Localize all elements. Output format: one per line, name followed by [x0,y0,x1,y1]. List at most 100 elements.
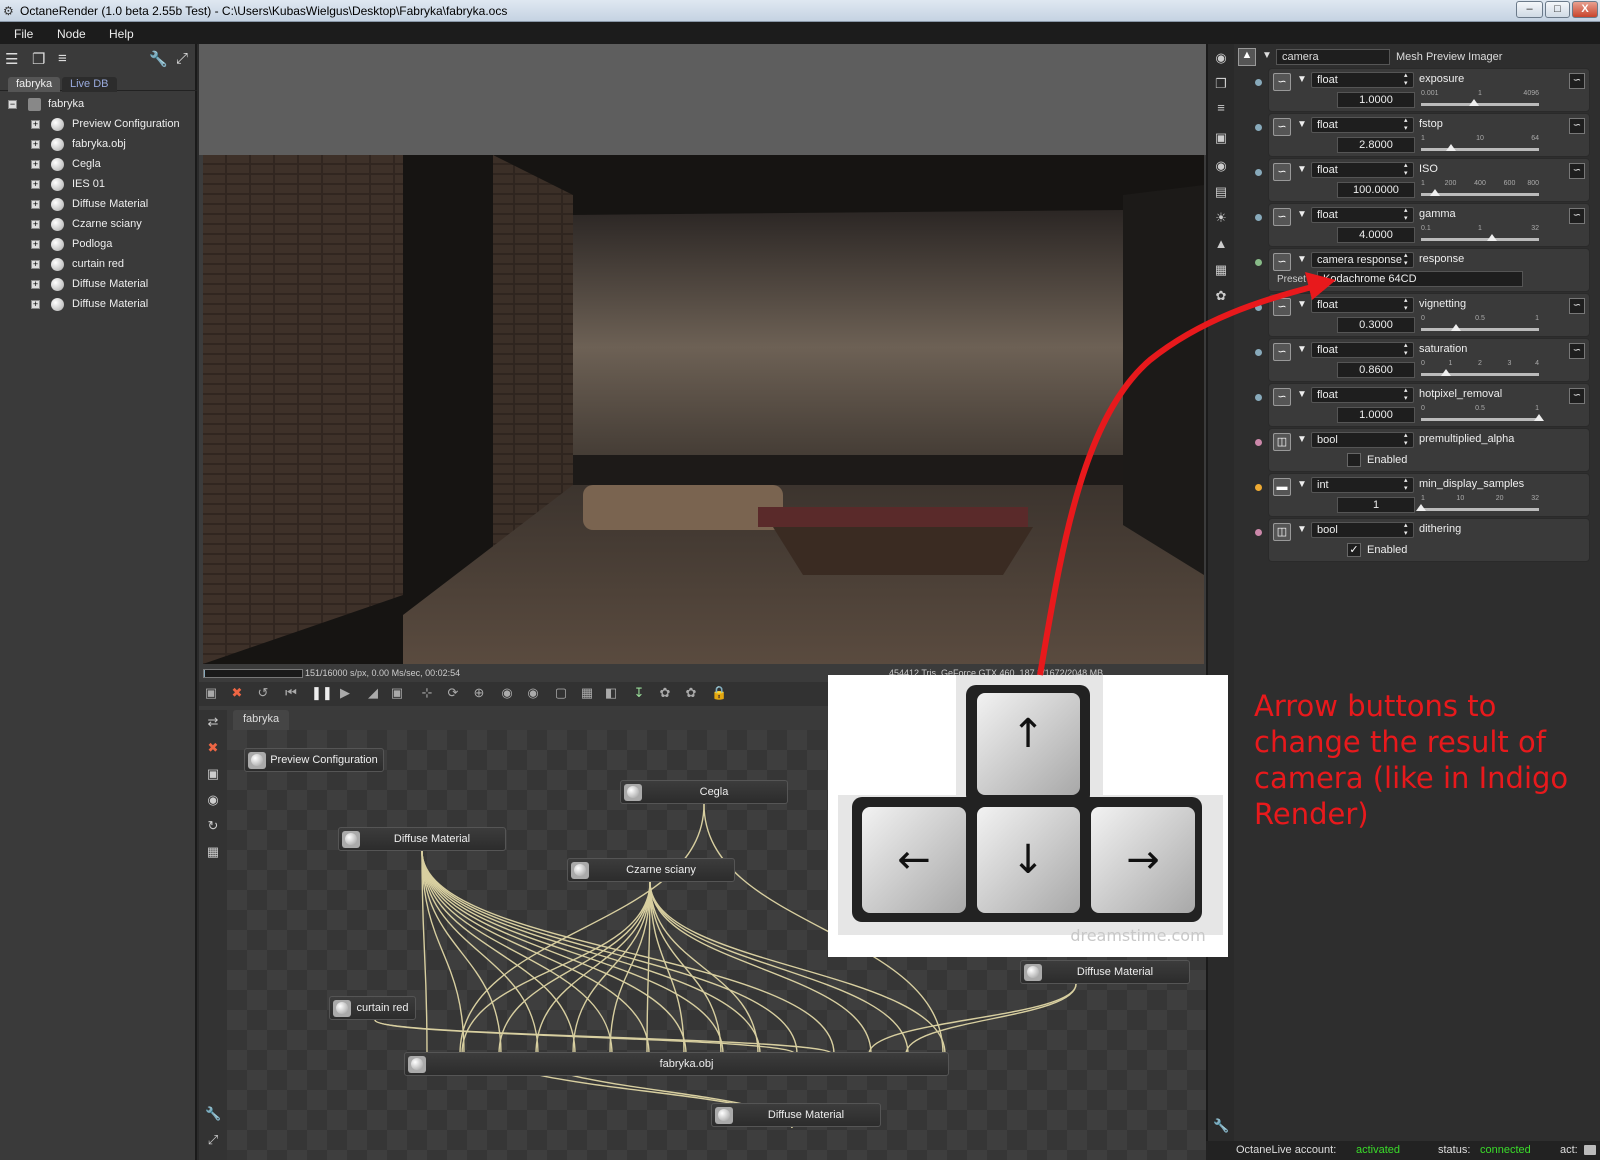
monitor-icon[interactable]: ▣ [389,685,405,701]
maximize-button[interactable]: □ [1545,1,1570,18]
param-value-field[interactable]: 0.8600 [1337,362,1415,378]
param-slider[interactable]: 0.001 1 4096 [1421,90,1539,110]
tree-item[interactable]: + Diffuse Material [0,295,197,315]
tree-item[interactable]: + curtain red [0,255,197,275]
sphere-icon[interactable]: ◉ [499,685,515,701]
slider-thumb[interactable] [1534,414,1544,421]
pin-dot[interactable] [1255,124,1262,131]
environment-icon[interactable]: ☀ [1213,210,1229,226]
tree-item[interactable]: + Cegla [0,155,197,175]
tree-item[interactable]: + Diffuse Material [0,195,197,215]
slider-thumb[interactable] [1445,144,1456,151]
curve-toggle-icon[interactable]: ∽ [1569,208,1585,224]
node-curtain-red[interactable]: curtain red [329,996,416,1020]
material-picker-icon[interactable]: ✿ [657,685,673,701]
refresh-icon[interactable]: ↻ [205,818,221,834]
curve-toggle-icon[interactable]: ∽ [1569,298,1585,314]
collapse-triangle-icon[interactable]: ▼ [1297,524,1307,535]
pin-dot[interactable] [1255,484,1262,491]
texture-icon[interactable]: ✿ [1213,288,1229,304]
camera-view-icon[interactable]: ◉ [1213,50,1229,66]
param-type-select[interactable]: float [1311,342,1414,358]
expand-icon[interactable]: + [31,240,40,249]
collapse-triangle-icon[interactable]: ▼ [1297,164,1307,175]
list-icon[interactable]: ≡ [58,50,67,67]
tab-live-db[interactable]: Live DB [62,77,117,92]
collapse-triangle-icon[interactable]: ▼ [1297,344,1307,355]
geometry-icon[interactable]: ◉ [205,792,221,808]
expand-icon[interactable]: + [31,180,40,189]
lock-icon[interactable]: 🔒 [711,685,727,701]
curve-toggle-icon[interactable]: ∽ [1569,73,1585,89]
slider-thumb[interactable] [1430,189,1441,196]
param-value-field[interactable]: 1.0000 [1337,407,1415,423]
render-viewport[interactable]: 151/16000 s/px, 0.00 Ms/sec, 00:02:54 45… [199,44,1206,710]
import-icon[interactable]: ↧ [631,685,647,701]
curve-toggle-icon[interactable]: ∽ [1569,388,1585,404]
param-type-select[interactable]: float [1311,162,1414,178]
region-icon[interactable]: ◢ [365,685,381,701]
layers-icon[interactable]: ❐ [32,50,45,68]
restart-icon[interactable]: ↺ [255,685,271,701]
param-type-select[interactable]: camera response [1311,252,1414,268]
expand-icon[interactable]: + [31,120,40,129]
node-diffuse-material-3[interactable]: Diffuse Material [711,1103,881,1127]
object-picker-icon[interactable]: ✿ [683,685,699,701]
param-type-select[interactable]: float [1311,207,1414,223]
menu-help[interactable]: Help [109,27,134,41]
expand-icon[interactable]: + [31,280,40,289]
param-type-select[interactable]: float [1311,297,1414,313]
close-button[interactable]: X [1572,1,1598,18]
imager-icon[interactable]: ▲ [1213,236,1229,252]
save-image-icon[interactable]: ▣ [203,685,219,701]
param-slider[interactable]: 0 1 2 3 4 [1421,360,1539,380]
param-value-field[interactable]: 0.3000 [1337,317,1415,333]
param-type-select[interactable]: float [1311,387,1414,403]
add-node-icon[interactable]: ▣ [205,766,221,782]
tab-fabryka[interactable]: fabryka [8,77,61,92]
image-icon[interactable]: ▣ [1213,130,1229,146]
tree-item[interactable]: + Podloga [0,235,197,255]
focus-icon[interactable]: ⊹ [419,685,435,701]
collapse-triangle-icon[interactable]: ▼ [1297,119,1307,130]
param-type-select[interactable]: float [1311,117,1414,133]
curve-toggle-icon[interactable]: ∽ [1569,343,1585,359]
sphere2-icon[interactable]: ◉ [525,685,541,701]
enabled-checkbox[interactable] [1347,453,1361,467]
pin-dot[interactable] [1255,529,1262,536]
fullscreen-icon[interactable]: ⤢ [176,50,188,67]
pin-dot[interactable] [1255,169,1262,176]
reset-camera-icon[interactable]: ⟳ [445,685,461,701]
camera-icon[interactable]: ◉ [1213,158,1229,174]
curve-toggle-icon[interactable]: ∽ [1569,163,1585,179]
grid-icon[interactable]: ▦ [205,844,221,860]
slider-thumb[interactable] [1469,99,1480,106]
minimize-button[interactable]: – [1516,1,1543,18]
checker-icon[interactable]: ▦ [579,685,595,701]
collapse-triangle-icon[interactable]: ▼ [1297,389,1307,400]
collapse-triangle-icon[interactable]: ▼ [1297,299,1307,310]
param-value-field[interactable]: 1 [1337,497,1415,513]
pin-dot[interactable] [1255,259,1262,266]
list-icon[interactable]: ≡ [1213,100,1229,116]
pin-dot[interactable] [1255,394,1262,401]
param-type-select[interactable]: float [1311,72,1414,88]
param-value-field[interactable]: 4.0000 [1337,227,1415,243]
param-slider[interactable]: 1 10 20 32 [1416,495,1539,515]
node-cegla[interactable]: Cegla [620,780,788,804]
collapse-triangle-icon[interactable]: ▼ [1297,254,1307,265]
pin-dot[interactable] [1255,214,1262,221]
tree-item[interactable]: + Diffuse Material [0,275,197,295]
stop-render-icon[interactable]: ✖ [229,685,245,701]
param-slider[interactable]: 0.1 1 32 [1421,225,1539,245]
param-type-select[interactable]: bool [1311,432,1414,448]
param-value-field[interactable]: 2.8000 [1337,137,1415,153]
slider-thumb[interactable] [1486,234,1497,241]
kernel-icon[interactable]: ▦ [1213,262,1229,278]
pin-dot[interactable] [1255,439,1262,446]
curve-toggle-icon[interactable]: ∽ [1569,118,1585,134]
collapse-icon[interactable]: − [8,100,17,109]
collapse-triangle-icon[interactable]: ▼ [1297,479,1307,490]
collapse-triangle-icon[interactable]: ▼ [1297,74,1307,85]
param-type-select[interactable]: int [1311,477,1414,493]
